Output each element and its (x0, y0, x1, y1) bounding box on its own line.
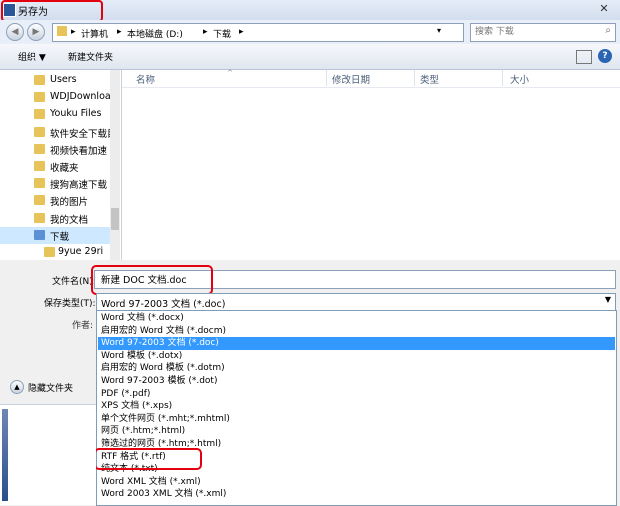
sidebar-item-label: Users (50, 74, 77, 85)
sidebar-item[interactable]: 视频快看加速 (0, 141, 110, 158)
close-button[interactable]: ✕ (594, 2, 614, 16)
sidebar-item-label: 我的文档 (50, 214, 89, 226)
search-box[interactable]: ⌕ (470, 23, 616, 42)
breadcrumb-separator[interactable]: ▸ (117, 27, 122, 37)
back-button[interactable]: ◀ (6, 23, 24, 41)
sidebar-item[interactable]: 下载 (0, 226, 110, 244)
author-label: 作者: (72, 321, 94, 331)
breadcrumb-disk-d[interactable]: 本地磁盘 (D:) (127, 27, 183, 40)
sidebar-item[interactable]: 我的图片 (0, 192, 110, 209)
collapse-icon[interactable]: ▲ (10, 380, 24, 394)
sidebar-item[interactable]: Youku Files (0, 106, 110, 123)
folder-icon (57, 26, 67, 36)
chevron-down-icon[interactable]: ▼ (605, 295, 611, 304)
hide-folders-label[interactable]: 隐藏文件夹 (28, 381, 73, 394)
forward-button[interactable]: ▶ (27, 23, 45, 41)
sidebar-item-label: 软件安全下载目 (50, 128, 117, 140)
sort-arrow-icon: ^ (227, 69, 233, 77)
sidebar-item[interactable]: 搜狗高速下载 (0, 175, 110, 192)
organize-button[interactable]: 组织 ▼ (18, 50, 46, 63)
help-icon[interactable]: ? (598, 49, 612, 63)
savetype-option[interactable]: Word 97-2003 模板 (*.dot) (98, 375, 615, 388)
savetype-option[interactable]: 网页 (*.htm;*.html) (98, 425, 615, 438)
navigation-pane[interactable]: Users WDJDownloa Youku Files 软件安全下载目 视频快看加速收… (0, 70, 122, 260)
sidebar-item-label: 9yue 29ri (58, 246, 104, 257)
breadcrumb-separator[interactable]: ▸ (71, 27, 76, 37)
new-folder-button[interactable]: 新建文件夹 (68, 50, 113, 63)
sidebar-item-label: 下载 (50, 231, 70, 243)
address-bar[interactable]: ▸ 计算机 ▸ 本地磁盘 (D:) ▸ 下载 ▸ ▾ ↻ (52, 23, 512, 42)
column-header-type[interactable]: 类型 (420, 72, 439, 86)
savetype-option[interactable]: XPS 文档 (*.xps) (98, 400, 615, 413)
breadcrumb-download[interactable]: 下载 (213, 27, 231, 40)
folder-icon (34, 92, 45, 103)
sidebar-item-label: Youku Files (50, 108, 102, 120)
sidebar-item-label: 视频快看加速 (50, 145, 108, 157)
savetype-option[interactable]: Word 文档 (*.docx) (98, 312, 615, 325)
folder-icon (34, 143, 45, 154)
folder-icon (34, 229, 45, 240)
folder-icon (34, 161, 45, 171)
sidebar-item[interactable]: 收藏夹 (0, 158, 110, 175)
view-options-icon[interactable] (576, 50, 592, 64)
address-row: ◀ ▶ ▸ 计算机 ▸ 本地磁盘 (D:) ▸ 下载 ▸ ▾ ↻ ⌕ (0, 20, 620, 44)
sidebar-item-label: WDJDownloa (50, 91, 111, 103)
sidebar-item[interactable]: 软件安全下载目 (0, 124, 117, 141)
savetype-option[interactable]: Word 模板 (*.dotx) (98, 350, 615, 363)
savetype-value: Word 97-2003 文档 (*.doc) (101, 299, 226, 310)
folder-icon (34, 75, 45, 85)
rtf-highlight-annotation (94, 448, 202, 470)
savetype-dropdown-list[interactable]: Word 文档 (*.docx) 启用宏的 Word 文档 (*.docm) Wor… (96, 310, 617, 506)
breadcrumb-separator[interactable]: ▸ (203, 27, 208, 37)
sidebar-item[interactable]: Users (0, 72, 110, 89)
column-header-size[interactable]: 大小 (510, 72, 529, 86)
title-bar: 另存为 ✕ (0, 0, 620, 22)
sidebar-item-label: 收藏夹 (50, 163, 79, 174)
sidebar-item[interactable]: 我的文档 (0, 210, 110, 227)
savetype-option[interactable]: 单个文件网页 (*.mht;*.mhtml) (98, 413, 615, 426)
sidebar-item-label: 搜狗高速下载 (50, 180, 108, 192)
folder-icon (34, 212, 45, 223)
file-list[interactable]: 名称 ^ 修改日期 类型 大小 (122, 69, 620, 260)
title-highlight-annotation (1, 0, 103, 22)
folder-icon (34, 178, 45, 189)
sidebar-item-label: 我的图片 (50, 197, 89, 209)
savetype-label: 保存类型(T): (44, 299, 96, 309)
background-document-strip (0, 404, 96, 505)
nav-scrollbar[interactable] (110, 70, 120, 260)
search-input[interactable] (475, 25, 595, 38)
breadcrumb-computer[interactable]: 计算机 (81, 27, 108, 40)
savetype-option[interactable]: Word 2003 XML 文档 (*.xml) (98, 488, 615, 501)
savetype-option[interactable]: Word XML 文档 (*.xml) (98, 476, 615, 489)
sidebar-item[interactable]: WDJDownloa (0, 89, 111, 106)
breadcrumb-separator[interactable]: ▸ (239, 27, 244, 37)
toolbar: 组织 ▼ 新建文件夹 ? (0, 44, 620, 70)
folder-icon (34, 126, 45, 137)
filename-label: 文件名(N): (52, 277, 96, 287)
filename-field[interactable] (91, 265, 616, 295)
savetype-select[interactable]: Word 97-2003 文档 (*.doc) ▼ (96, 293, 616, 311)
filename-highlight-annotation (91, 265, 213, 295)
savetype-option[interactable]: 启用宏的 Word 文档 (*.docm) (98, 325, 615, 338)
savetype-option[interactable]: 启用宏的 Word 模板 (*.dotm) (98, 362, 615, 375)
search-icon[interactable]: ⌕ (605, 25, 611, 36)
folder-icon (34, 195, 45, 206)
folder-icon (34, 109, 45, 120)
column-header-modified[interactable]: 修改日期 (332, 72, 370, 86)
sidebar-item[interactable]: 9yue 29ri (0, 244, 110, 260)
savetype-option[interactable]: Word 97-2003 文档 (*.doc) (98, 337, 615, 350)
nav-scrollbar-thumb[interactable] (111, 208, 119, 230)
savetype-option[interactable]: PDF (*.pdf) (98, 388, 615, 401)
column-header-name[interactable]: 名称 (136, 72, 155, 86)
address-dropdown-icon: ▾ (437, 26, 442, 35)
folder-icon (44, 247, 55, 257)
